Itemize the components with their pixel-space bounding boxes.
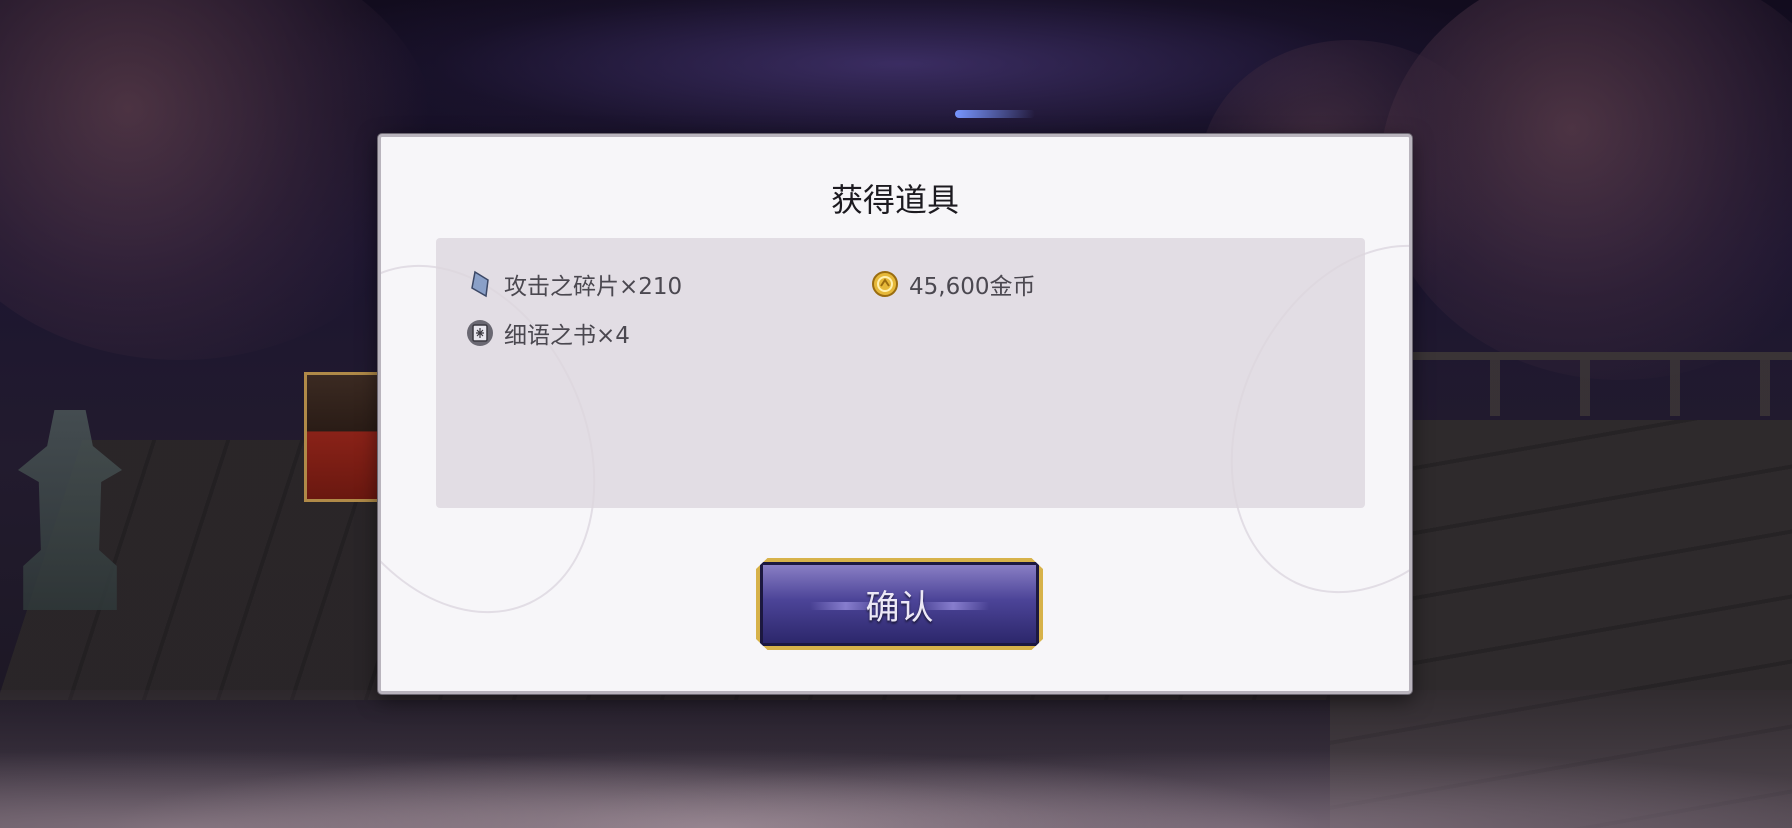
- dialog-title: 获得道具: [830, 181, 959, 219]
- confirm-button-label: 确认: [865, 587, 934, 628]
- reward-item-label: 细语之书×4: [504, 323, 630, 349]
- bridge-railing: [1400, 352, 1792, 416]
- reward-items-panel: 攻击之碎片×210 45,600金币 细语之书×4: [436, 238, 1365, 508]
- game-scene: 获得道具 攻击之碎片×210 45,600金币 细语之书×4 确认: [0, 0, 1792, 828]
- item-reward-dialog: 获得道具 攻击之碎片×210 45,600金币 细语之书×4 确认: [378, 134, 1412, 694]
- reward-item-label: 45,600金币: [909, 274, 1036, 300]
- reward-item-attack-shard: 攻击之碎片×210: [466, 267, 682, 301]
- treasure-chest: [304, 372, 377, 502]
- willow-tree-left: [0, 0, 440, 360]
- reward-item-gold: 45,600金币: [871, 267, 1035, 301]
- reward-item-label: 攻击之碎片×210: [504, 274, 683, 300]
- shooting-star: [955, 110, 1035, 118]
- crystal-shard-icon: [466, 270, 494, 298]
- confirm-button[interactable]: 确认: [756, 558, 1043, 650]
- gold-coin-icon: [871, 270, 899, 298]
- reward-item-whisper-book: 细语之书×4: [466, 316, 630, 350]
- pampas-grass: [0, 690, 1792, 828]
- book-icon: [466, 319, 494, 347]
